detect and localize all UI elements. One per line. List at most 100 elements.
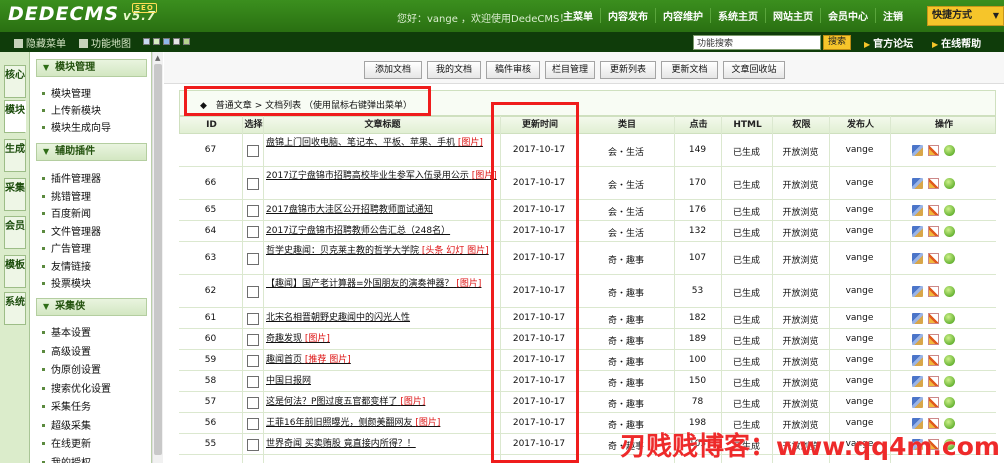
vtab-0[interactable]: 核心: [4, 65, 26, 98]
preview-icon[interactable]: [944, 226, 955, 237]
sidebar-item[interactable]: 投票模块: [42, 275, 91, 290]
article-title-link[interactable]: 2017盘锦市大洼区公开招聘教师面试通知: [266, 204, 497, 221]
theme-color-swatch[interactable]: [163, 38, 170, 45]
forum-link[interactable]: ▶ 官方论坛: [864, 35, 913, 50]
row-checkbox[interactable]: [247, 285, 259, 298]
nav-publish[interactable]: 内容发布: [600, 8, 655, 23]
sidebar-scrollbar[interactable]: ▲: [152, 52, 163, 463]
row-checkbox[interactable]: [247, 333, 259, 346]
row-checkbox[interactable]: [247, 177, 259, 190]
attribute-edit-icon[interactable]: [912, 376, 923, 387]
article-title-link[interactable]: 2017辽宁盘锦市招聘高校毕业生参军入伍录用公示 [图片]: [266, 170, 497, 199]
attribute-edit-icon[interactable]: [912, 355, 923, 366]
scroll-up-icon[interactable]: ▲: [155, 54, 160, 62]
table-row[interactable]: 58 中国日报网 2017-10-17 奇・趣事 150 已生成 开放浏览 vange: [179, 371, 996, 392]
sidebar-section-header[interactable]: ▼ 辅助插件: [36, 143, 147, 161]
sidebar-item[interactable]: 友情链接: [42, 258, 91, 273]
search-input[interactable]: [693, 35, 821, 50]
row-checkbox[interactable]: [247, 144, 259, 157]
sidebar-item[interactable]: 插件管理器: [42, 170, 101, 185]
row-checkbox[interactable]: [247, 396, 259, 409]
attribute-edit-icon[interactable]: [912, 286, 923, 297]
edit-icon[interactable]: [928, 205, 939, 216]
sidebar-item[interactable]: 上传新模块: [42, 102, 101, 117]
nav-main-menu[interactable]: 主菜单: [556, 8, 600, 23]
sidebar-item[interactable]: 广告管理: [42, 240, 91, 255]
attribute-edit-icon[interactable]: [912, 334, 923, 345]
table-row[interactable]: 64 2017辽宁盘锦市招聘教师公告汇总（248名） 2017-10-17 会・生活…: [179, 221, 996, 242]
table-row[interactable]: 62 【趣闻】国产老计算器=外国朋友的演奏神器？ [图片] 2017-10-17 奇・…: [179, 275, 996, 308]
table-row[interactable]: 66 2017辽宁盘锦市招聘高校毕业生参军入伍录用公示 [图片] 2017-10-1…: [179, 167, 996, 200]
nav-logout[interactable]: 注销: [875, 8, 910, 23]
edit-icon[interactable]: [928, 286, 939, 297]
attribute-edit-icon[interactable]: [912, 313, 923, 324]
article-title-link[interactable]: 中国日报网: [266, 375, 497, 392]
sidebar-item[interactable]: 采集任务: [42, 398, 91, 413]
toolbar-button-1[interactable]: 我的文档: [427, 61, 481, 79]
vtab-5[interactable]: 模板: [4, 255, 26, 288]
preview-icon[interactable]: [944, 334, 955, 345]
vtab-4[interactable]: 会员: [4, 216, 26, 249]
article-title-link[interactable]: 这是何法？P图过度五官都变样了 [图片]: [266, 396, 497, 413]
nav-site-home[interactable]: 网站主页: [765, 8, 820, 23]
article-title-link[interactable]: 世界奇闻 买卖贿股 竟直接内所得？！: [266, 438, 497, 455]
edit-icon[interactable]: [928, 253, 939, 264]
article-title-link[interactable]: 奇趣发现 [图片]: [266, 333, 497, 350]
toolbar-button-4[interactable]: 更新列表: [600, 61, 656, 79]
theme-color-swatch[interactable]: [153, 38, 160, 45]
preview-icon[interactable]: [944, 355, 955, 366]
toolbar-button-5[interactable]: 更新文档: [661, 61, 718, 79]
edit-icon[interactable]: [928, 178, 939, 189]
nav-maintain[interactable]: 内容维护: [655, 8, 710, 23]
table-row[interactable]: 61 北宋名相晋朝野史趣闻中的闪光人性 2017-10-17 奇・趣事 182 已生成开…: [179, 308, 996, 329]
vtab-2[interactable]: 生成: [4, 139, 26, 172]
edit-icon[interactable]: [928, 376, 939, 387]
edit-icon[interactable]: [928, 313, 939, 324]
preview-icon[interactable]: [944, 376, 955, 387]
hide-menu-button[interactable]: 隐藏菜单: [14, 35, 66, 50]
sidebar-section-header[interactable]: ▼ 模块管理: [36, 59, 147, 77]
feature-map-button[interactable]: 功能地图: [79, 35, 131, 50]
sidebar-item[interactable]: 我的授权: [42, 454, 91, 463]
article-title-link[interactable]: 盘锦上门回收电脑、笔记本、平板、苹果、手机 [图片]: [266, 137, 497, 166]
sidebar-item[interactable]: 基本设置: [42, 324, 91, 339]
quick-menu-button[interactable]: 快捷方式 ▼: [927, 6, 1004, 26]
vtab-6[interactable]: 系统: [4, 292, 26, 325]
sidebar-item[interactable]: 百度新闻: [42, 205, 91, 220]
row-checkbox[interactable]: [247, 204, 259, 217]
theme-color-swatch[interactable]: [143, 38, 150, 45]
row-checkbox[interactable]: [247, 312, 259, 325]
scroll-thumb[interactable]: [154, 64, 162, 455]
table-row[interactable]: 57 这是何法？P图过度五官都变样了 [图片] 2017-10-17 奇・趣事 78 已生…: [179, 392, 996, 413]
sidebar-item[interactable]: 文件管理器: [42, 223, 101, 238]
nav-system-home[interactable]: 系统主页: [710, 8, 765, 23]
preview-icon[interactable]: [944, 205, 955, 216]
edit-icon[interactable]: [928, 226, 939, 237]
toolbar-button-0[interactable]: 添加文档: [364, 61, 422, 79]
article-title-link[interactable]: 王菲16年前旧照曝光，侧颜美翻网友 [图片]: [266, 417, 497, 434]
sidebar-item[interactable]: 模块管理: [42, 85, 91, 100]
theme-color-swatch[interactable]: [173, 38, 180, 45]
row-checkbox[interactable]: [247, 438, 259, 451]
toolbar-button-6[interactable]: 文章回收站: [723, 61, 785, 79]
preview-icon[interactable]: [944, 313, 955, 324]
preview-icon[interactable]: [944, 253, 955, 264]
table-row[interactable]: 63 哲学史趣闻：贝克莱主教的哲学大学院 [头条 幻灯 图片] 2017-10-17…: [179, 242, 996, 275]
table-row[interactable]: 67 盘锦上门回收电脑、笔记本、平板、苹果、手机 [图片] 2017-10-17 会・…: [179, 134, 996, 167]
article-title-link[interactable]: 【趣闻】国产老计算器=外国朋友的演奏神器？ [图片]: [266, 278, 497, 307]
sidebar-item[interactable]: 伪原创设置: [42, 361, 101, 376]
edit-icon[interactable]: [928, 334, 939, 345]
attribute-edit-icon[interactable]: [912, 178, 923, 189]
preview-icon[interactable]: [944, 178, 955, 189]
row-checkbox[interactable]: [247, 252, 259, 265]
preview-icon[interactable]: [944, 397, 955, 408]
attribute-edit-icon[interactable]: [912, 205, 923, 216]
attribute-edit-icon[interactable]: [912, 226, 923, 237]
article-title-link[interactable]: 2017辽宁盘锦市招聘教师公告汇总（248名）: [266, 225, 497, 242]
toolbar-button-3[interactable]: 栏目管理: [545, 61, 595, 79]
preview-icon[interactable]: [944, 286, 955, 297]
row-checkbox[interactable]: [247, 225, 259, 238]
vtab-3[interactable]: 采集: [4, 178, 26, 211]
sidebar-item[interactable]: 挑错管理: [42, 188, 91, 203]
row-checkbox[interactable]: [247, 375, 259, 388]
